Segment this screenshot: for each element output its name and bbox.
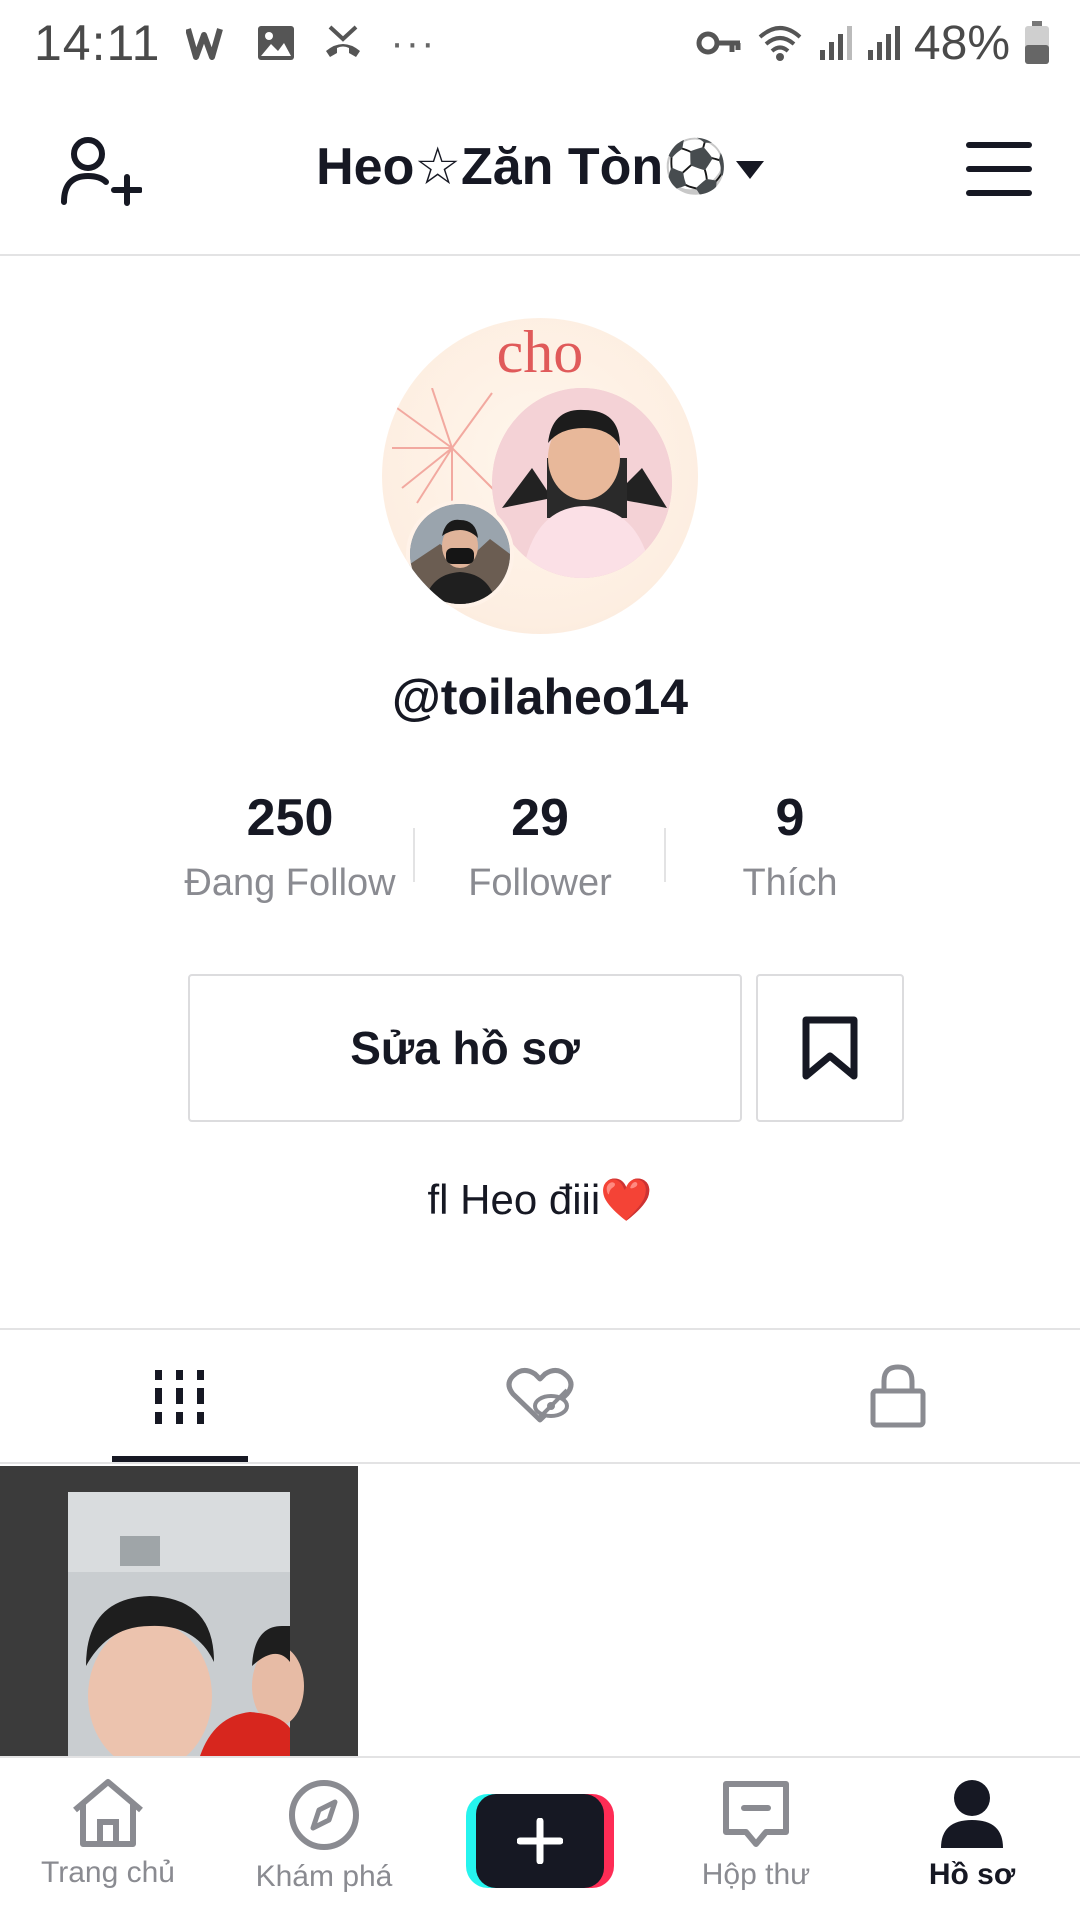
nav-discover[interactable]: Khám phá	[224, 1758, 424, 1920]
stat-following[interactable]: 250 Đang Follow	[160, 786, 420, 905]
missed-call-icon	[326, 25, 361, 57]
status-time: 14:11	[34, 15, 161, 71]
avatar-text: cho	[496, 319, 584, 385]
avatar-small-photo	[406, 500, 514, 608]
account-name: Heo☆Zăn Tòn⚽	[316, 138, 728, 196]
tab-liked[interactable]	[472, 1330, 608, 1462]
stat-likes-label: Thích	[742, 862, 838, 904]
favorites-button[interactable]	[756, 974, 904, 1122]
battery-percent: 48%	[913, 16, 1010, 70]
avatar[interactable]: cho	[382, 318, 698, 634]
battery-icon	[1025, 21, 1049, 64]
nav-inbox-label: Hộp thư	[701, 1858, 811, 1891]
edit-profile-button[interactable]: Sửa hồ sơ	[188, 974, 742, 1122]
liked-hidden-icon	[506, 1368, 574, 1423]
status-notification-icons: ···	[186, 21, 436, 66]
nav-inbox[interactable]: Hộp thư	[656, 1758, 856, 1920]
divider	[0, 1462, 1080, 1464]
image-icon	[258, 26, 295, 60]
caret-down-icon	[735, 161, 764, 180]
bottom-nav: Trang chủ Khám phá Hộp thư Hồ sơ	[0, 1756, 1080, 1920]
create-button[interactable]	[466, 1794, 614, 1888]
status-bar: 14:11 ··· 48%	[0, 0, 1080, 86]
stat-likes-count: 9	[775, 789, 805, 847]
tab-private[interactable]	[830, 1330, 966, 1462]
inbox-icon	[723, 1781, 789, 1847]
stat-followers-count: 29	[511, 789, 569, 847]
content-tabs	[0, 1330, 1080, 1462]
menu-icon[interactable]	[966, 142, 1032, 196]
nav-discover-label: Khám phá	[255, 1860, 393, 1893]
heart-emoji: ❤️	[600, 1176, 653, 1223]
avatar-main-photo	[492, 388, 672, 578]
wifi-icon	[758, 26, 802, 61]
w-app-icon	[186, 28, 224, 60]
key-icon	[696, 31, 741, 55]
nav-home-label: Trang chủ	[41, 1856, 175, 1889]
nav-profile-label: Hồ sơ	[928, 1858, 1016, 1891]
plus-icon	[517, 1818, 563, 1864]
stat-followers-label: Follower	[468, 862, 612, 904]
profile-icon	[941, 1780, 1003, 1848]
stat-likes[interactable]: 9 Thích	[660, 786, 920, 905]
profile-stats: 250 Đang Follow 29 Follower 9 Thích	[160, 786, 920, 926]
nav-home[interactable]: Trang chủ	[8, 1758, 208, 1920]
status-right: 48%	[696, 0, 1050, 86]
stat-following-label: Đang Follow	[184, 862, 396, 904]
signal-icon	[819, 26, 852, 60]
tab-videos[interactable]	[112, 1330, 248, 1462]
video-thumbnail[interactable]	[0, 1466, 358, 1756]
stat-following-count: 250	[246, 789, 334, 847]
home-icon	[73, 1779, 143, 1847]
lock-icon	[870, 1364, 926, 1428]
username: @toilaheo14	[391, 669, 689, 725]
nav-profile[interactable]: Hồ sơ	[872, 1758, 1072, 1920]
bio: fl Heo điii❤️	[0, 1176, 1080, 1225]
account-switcher[interactable]: Heo☆Zăn Tòn⚽	[0, 136, 1080, 197]
bookmark-icon	[802, 1016, 858, 1080]
compass-icon	[289, 1780, 359, 1850]
signal-icon	[867, 26, 900, 60]
profile-header: Heo☆Zăn Tòn⚽	[0, 86, 1080, 256]
videos-grid-icon	[155, 1370, 204, 1424]
stat-followers[interactable]: 29 Follower	[410, 786, 670, 905]
more-icon: ···	[390, 20, 437, 65]
bio-text: fl Heo điii	[427, 1176, 601, 1223]
